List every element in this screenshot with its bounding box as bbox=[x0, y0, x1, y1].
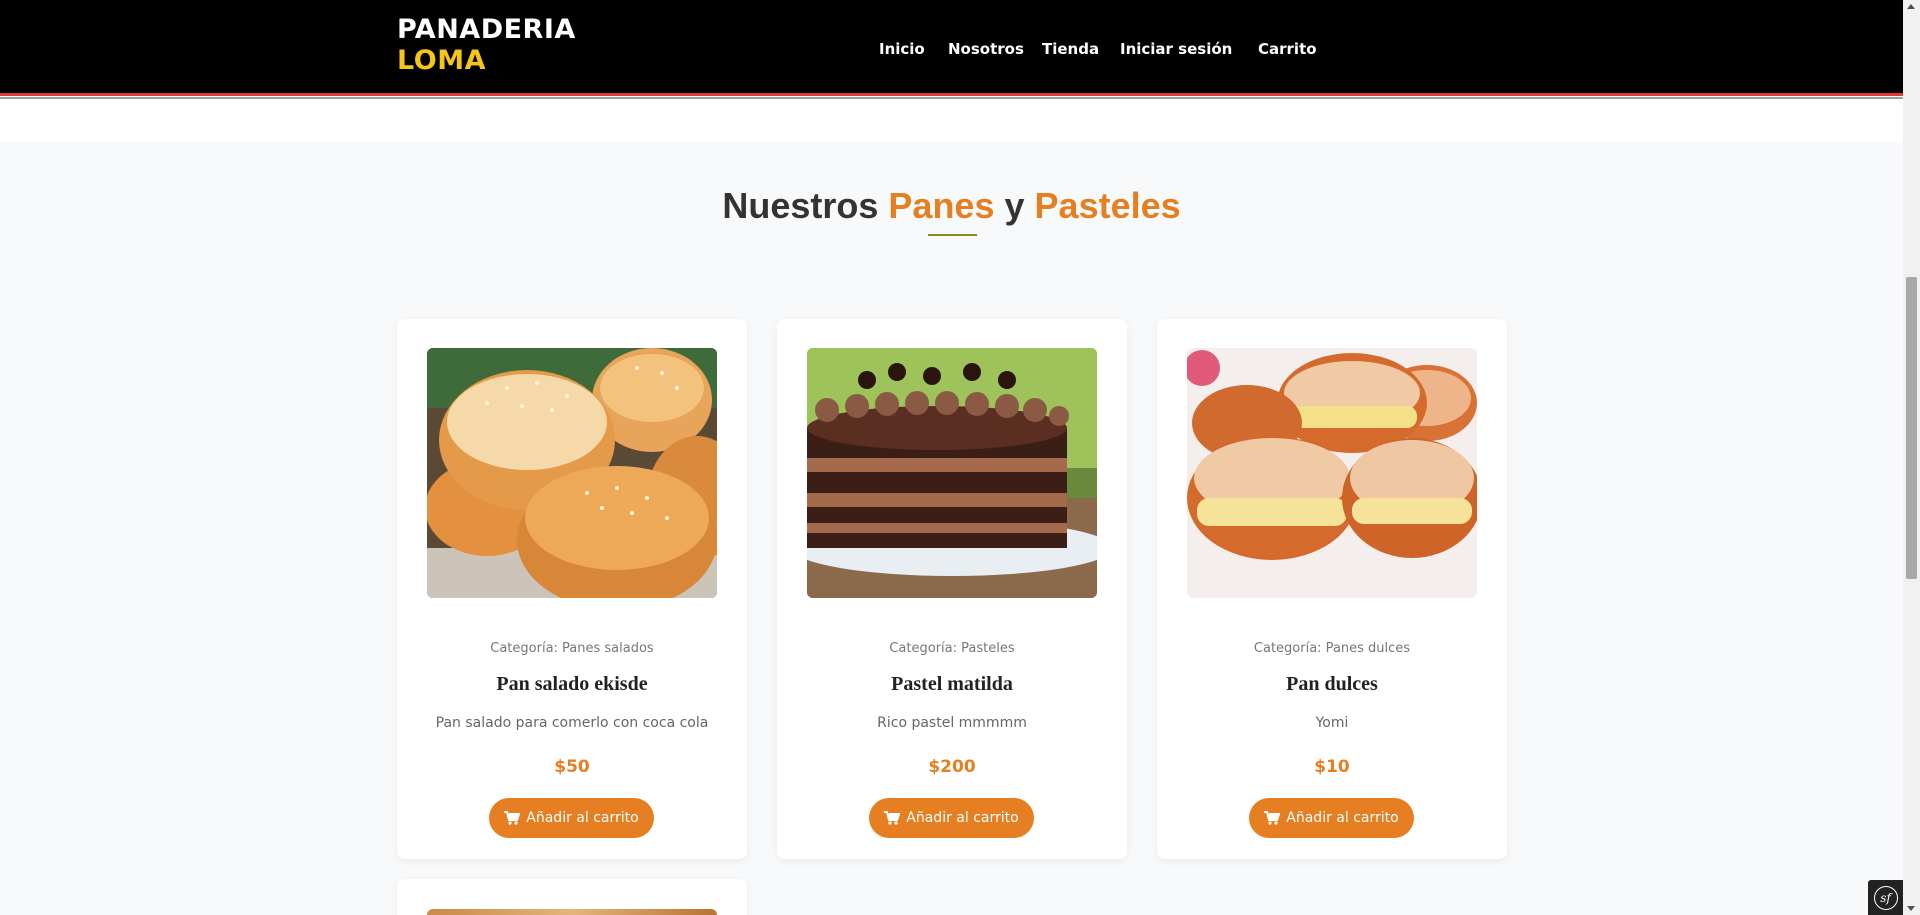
product-price: $200 bbox=[928, 757, 976, 777]
logo-line2: LOMA bbox=[397, 45, 486, 76]
product-card: Categoría: Pasteles Pastel matilda Rico … bbox=[777, 319, 1127, 859]
product-image-partial bbox=[427, 909, 717, 915]
stripe-gray bbox=[0, 97, 1903, 99]
add-to-cart-button[interactable]: Añadir al carrito bbox=[489, 798, 654, 838]
add-to-cart-button[interactable]: Añadir al carrito bbox=[1249, 798, 1414, 838]
add-to-cart-label: Añadir al carrito bbox=[1286, 810, 1399, 826]
product-price: $50 bbox=[554, 757, 590, 777]
product-category: Categoría: Pasteles bbox=[889, 641, 1015, 656]
scrollbar-thumb[interactable] bbox=[1906, 277, 1917, 579]
symfony-toolbar-button[interactable]: sf bbox=[1868, 880, 1903, 915]
product-category: Categoría: Panes dulces bbox=[1253, 641, 1411, 656]
product-card: Categoría: Panes salados Pan salado ekis… bbox=[397, 319, 747, 859]
product-price: $10 bbox=[1314, 757, 1350, 777]
nav-inicio[interactable]: Inicio bbox=[879, 40, 925, 58]
product-description: Yomi bbox=[1315, 715, 1349, 731]
section-title: Nuestros Panes y Pasteles bbox=[0, 185, 1903, 227]
white-band bbox=[0, 100, 1903, 142]
nav-tienda[interactable]: Tienda bbox=[1042, 40, 1099, 58]
title-word-2: Panes bbox=[888, 185, 995, 226]
logo-line1: PANADERIA bbox=[397, 14, 576, 45]
title-underline bbox=[928, 234, 977, 236]
stripe-red bbox=[0, 93, 1903, 96]
header-stripe bbox=[0, 93, 1903, 100]
product-name: Pastel matilda bbox=[891, 673, 1013, 695]
scroll-up-icon[interactable] bbox=[1907, 4, 1915, 9]
product-card: Categoría: Panes dulces Pan dulces Yomi … bbox=[1157, 319, 1507, 859]
nav-carrito[interactable]: Carrito bbox=[1258, 40, 1317, 58]
site-logo[interactable]: PANADERIA LOMA bbox=[397, 14, 576, 76]
product-image-cake bbox=[807, 348, 1097, 598]
product-description: Rico pastel mmmmm bbox=[877, 715, 1027, 731]
product-image-buns bbox=[427, 348, 717, 598]
product-image-donuts bbox=[1187, 348, 1477, 598]
nav-iniciar-sesion[interactable]: Iniciar sesión bbox=[1120, 40, 1232, 58]
title-word-1: Nuestros bbox=[722, 185, 879, 226]
product-name: Pan dulces bbox=[1286, 673, 1378, 695]
title-word-4: Pasteles bbox=[1034, 185, 1181, 226]
add-to-cart-button[interactable]: Añadir al carrito bbox=[869, 798, 1034, 838]
page-scrollbar[interactable] bbox=[1903, 0, 1920, 915]
scroll-down-icon[interactable] bbox=[1907, 906, 1915, 911]
nav-nosotros[interactable]: Nosotros bbox=[948, 40, 1024, 58]
cart-icon bbox=[504, 811, 521, 825]
cart-icon bbox=[1264, 811, 1281, 825]
product-card-partial bbox=[397, 879, 747, 915]
add-to-cart-label: Añadir al carrito bbox=[526, 810, 639, 826]
add-to-cart-label: Añadir al carrito bbox=[906, 810, 1019, 826]
symfony-icon: sf bbox=[1873, 885, 1898, 910]
site-header: PANADERIA LOMA Inicio Nosotros Tienda In… bbox=[0, 0, 1903, 93]
title-word-3: y bbox=[1004, 185, 1025, 226]
product-name: Pan salado ekisde bbox=[496, 673, 648, 695]
product-description: Pan salado para comerlo con coca cola bbox=[435, 715, 709, 731]
product-category: Categoría: Panes salados bbox=[490, 641, 654, 656]
cart-icon bbox=[884, 811, 901, 825]
